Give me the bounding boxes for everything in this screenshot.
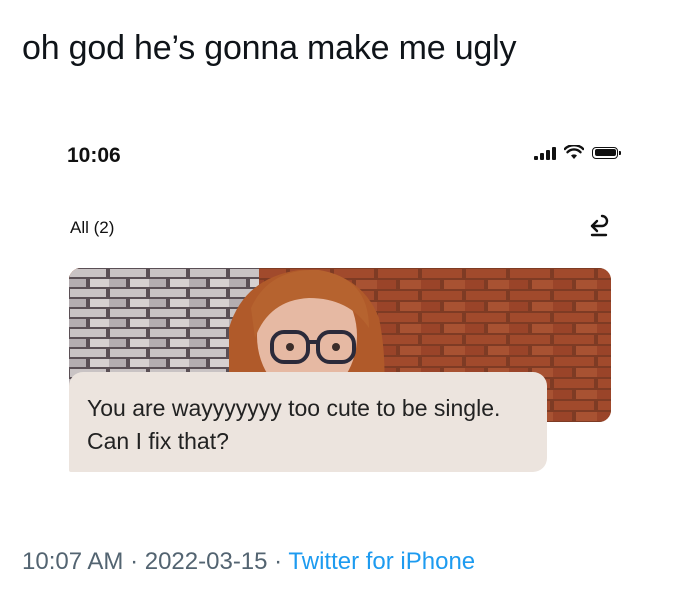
wifi-icon (564, 145, 584, 159)
meta-separator: · (123, 548, 145, 575)
message-bubble: You are wayyyyyyy too cute to be single.… (69, 372, 547, 472)
meta-separator: · (267, 548, 289, 575)
tweet-date[interactable]: 2022-03-15 (145, 548, 268, 575)
tweet-source-link[interactable]: Twitter for iPhone (288, 548, 475, 575)
reply-arrow-icon[interactable] (586, 214, 612, 240)
battery-icon (592, 146, 621, 159)
signal-icon (534, 146, 556, 160)
tweet-timestamp[interactable]: 10:07 AM (22, 548, 123, 575)
filter-all-label[interactable]: All (2) (70, 218, 114, 238)
status-bar-time: 10:06 (67, 144, 121, 167)
embedded-screenshot: 10:06 All (2) You are wayyyyyyy too cute… (32, 108, 650, 512)
tweet-text: oh god he’s gonna make me ugly (22, 29, 517, 67)
tweet-meta: 10:07 AM · 2022-03-15 · Twitter for iPho… (22, 548, 475, 576)
status-bar-icons (534, 145, 621, 160)
